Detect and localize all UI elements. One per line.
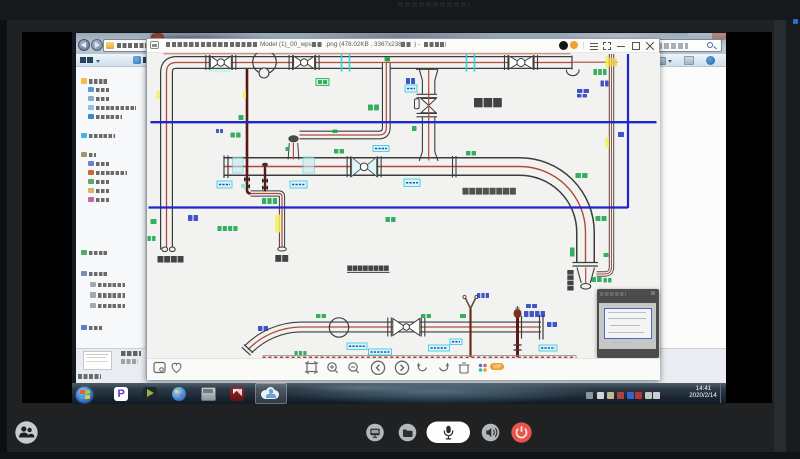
svg-text:VIP: VIP [492,365,501,371]
